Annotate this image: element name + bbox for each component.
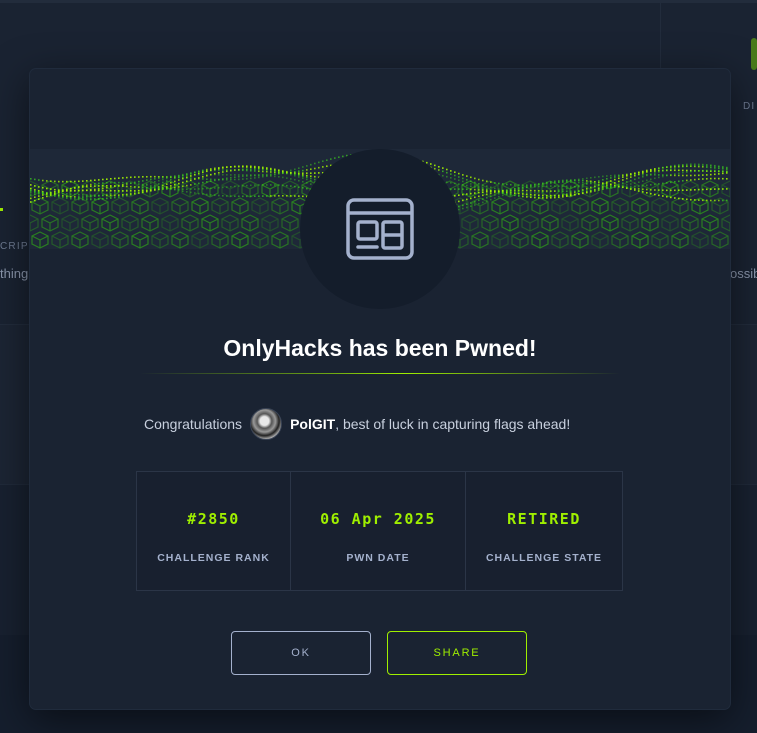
stat-label: CHALLENGE RANK [157, 552, 270, 564]
congratulations-message: Congratulations PolGIT , best of luck in… [144, 407, 570, 441]
congrats-prefix: Congratulations [144, 416, 243, 432]
web-browser-icon [346, 198, 414, 260]
stat-label: PWN DATE [346, 552, 410, 564]
stat-challenge-rank: #2850 CHALLENGE RANK [137, 472, 291, 590]
avatar [250, 408, 283, 440]
background-text: thing [0, 266, 29, 281]
challenge-icon-circle [300, 149, 460, 309]
stat-value: 06 Apr 2025 [320, 510, 436, 528]
modal-title: OnlyHacks has been Pwned! [223, 335, 537, 361]
stat-label: CHALLENGE STATE [485, 552, 603, 564]
stat-value: RETIRED [507, 510, 581, 528]
stat-value: #2850 [187, 510, 240, 528]
ok-button[interactable]: OK [231, 631, 371, 675]
stats-table: #2850 CHALLENGE RANK 06 Apr 2025 PWN DAT… [136, 471, 623, 591]
background-accent-bar [751, 38, 757, 70]
stat-pwn-date: 06 Apr 2025 PWN DATE [291, 472, 466, 590]
congrats-suffix: , best of luck in capturing flags ahead! [335, 416, 571, 432]
background-text: ossib [730, 266, 757, 281]
title-divider [140, 373, 620, 374]
stat-challenge-state: RETIRED CHALLENGE STATE [466, 472, 622, 590]
share-button[interactable]: SHARE [387, 631, 527, 675]
pwned-modal: OnlyHacks has been Pwned! Congratulation… [30, 69, 730, 709]
username: PolGIT [290, 416, 336, 432]
background-label: DI [743, 101, 756, 112]
